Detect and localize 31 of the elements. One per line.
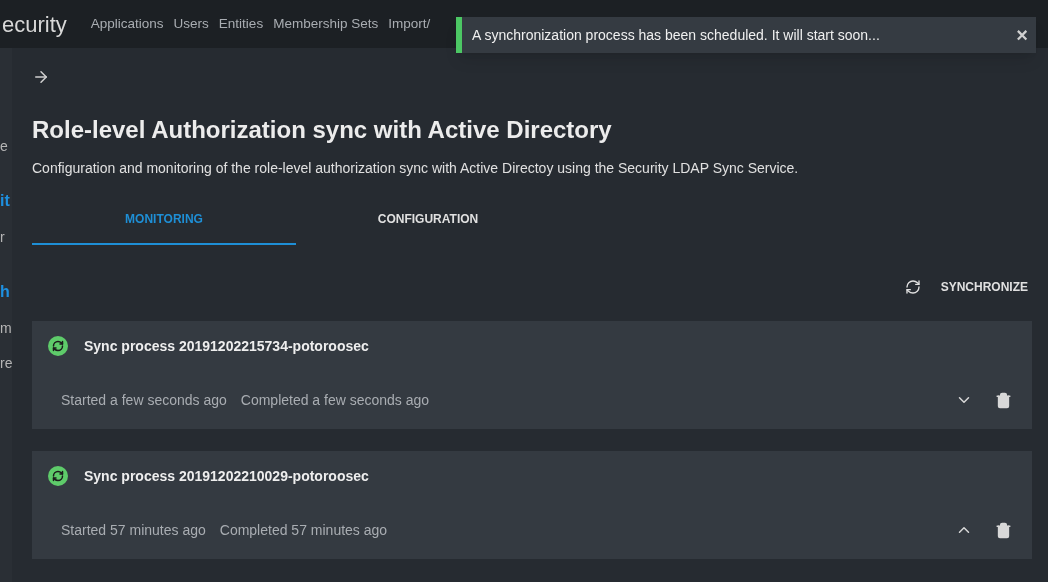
drawer-description: Configuration and monitoring of the role-level authorization sync with Active Directoy using the Security LDAP Sync Service. bbox=[32, 159, 800, 178]
background-text: m bbox=[0, 319, 12, 338]
nav-link[interactable]: Import/ bbox=[388, 13, 431, 35]
background-text: it bbox=[0, 191, 11, 211]
process-name: Sync process 20191202215734-potoroosec bbox=[84, 336, 369, 356]
drawer-title: Role-level Authorization sync with Active Directory bbox=[32, 115, 613, 145]
nav-link[interactable]: Users bbox=[173, 13, 209, 35]
completed-text: Completed a few seconds ago bbox=[240, 390, 430, 410]
background-text: h bbox=[0, 282, 11, 302]
background-text: e bbox=[0, 137, 9, 156]
toast-message: A synchronization process has been scheduled. It will start soon... bbox=[472, 25, 881, 45]
nav-link[interactable]: Entities bbox=[218, 13, 264, 35]
trash-icon[interactable] bbox=[995, 521, 1012, 539]
tab[interactable]: CONFIGURATION bbox=[296, 201, 560, 245]
refresh-icon[interactable] bbox=[904, 279, 921, 295]
trash-icon[interactable] bbox=[995, 391, 1012, 409]
background-text: re bbox=[0, 354, 12, 373]
brand-title: ecurity bbox=[2, 10, 67, 39]
completed-text: Completed 57 minutes ago bbox=[219, 520, 388, 540]
background-text: r bbox=[0, 228, 6, 247]
arrow-right-icon[interactable] bbox=[32, 68, 50, 86]
sync-status-icon bbox=[48, 336, 68, 356]
synchronize-button[interactable]: SYNCHRONIZE bbox=[938, 271, 1030, 303]
close-button[interactable]: × bbox=[1016, 25, 1028, 45]
started-text: Started a few seconds ago bbox=[61, 390, 227, 410]
sync-status-icon bbox=[48, 466, 68, 486]
nav-link[interactable]: Applications bbox=[90, 13, 164, 35]
nav-link[interactable]: Membership Sets bbox=[273, 13, 379, 35]
started-text: Started 57 minutes ago bbox=[61, 520, 206, 540]
process-name: Sync process 20191202210029-potoroosec bbox=[84, 466, 369, 486]
tab[interactable]: MONITORING bbox=[32, 201, 296, 245]
